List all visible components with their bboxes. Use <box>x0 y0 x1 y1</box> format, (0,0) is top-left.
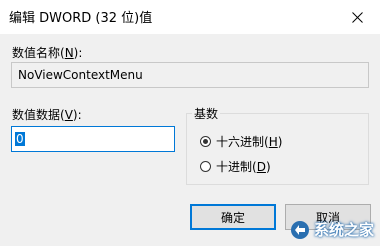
radio-hexadecimal[interactable]: 十六进制(H) <box>200 133 282 150</box>
ok-button[interactable]: 确定 <box>190 204 276 230</box>
value-name-field[interactable]: NoViewContextMenu <box>11 62 369 88</box>
value-name-label-suffix: ): <box>73 46 83 60</box>
dec-accesskey: D <box>256 160 266 174</box>
value-data-input[interactable]: 0 <box>11 126 175 152</box>
hex-accesskey: H <box>268 135 278 149</box>
value-name-label-prefix: 数值名称( <box>12 46 65 60</box>
radio-decimal[interactable]: 十进制(D) <box>200 158 271 175</box>
dec-label-prefix: 十进制( <box>216 160 257 174</box>
edit-dword-dialog: 编辑 DWORD (32 位)值 数值名称(N): NoViewContextM… <box>0 0 380 246</box>
value-name-accesskey: N <box>64 46 74 60</box>
watermark: 系统之家 <box>290 219 374 240</box>
window-title: 编辑 DWORD (32 位)值 <box>9 11 153 26</box>
radio-unchecked-icon <box>200 161 211 172</box>
watermark-logo-icon <box>290 220 309 239</box>
value-data-label-suffix: ): <box>72 108 82 122</box>
value-name-label: 数值名称(N): <box>12 44 82 61</box>
close-button[interactable] <box>334 0 380 34</box>
value-data-label: 数值数据(V): <box>12 106 82 123</box>
title-bar[interactable]: 编辑 DWORD (32 位)值 <box>0 0 380 34</box>
base-legend: 基数 <box>192 105 221 122</box>
value-data-selection: 0 <box>15 132 25 146</box>
hex-label-prefix: 十六进制( <box>216 135 269 149</box>
watermark-text: 系统之家 <box>313 221 374 239</box>
close-icon <box>351 11 363 23</box>
radio-decimal-label: 十进制(D) <box>216 158 271 175</box>
dec-label-suffix: ) <box>265 160 271 174</box>
value-name-text: NoViewContextMenu <box>18 68 143 82</box>
radio-checked-icon <box>200 136 211 147</box>
value-data-accesskey: V <box>64 108 73 122</box>
hex-label-suffix: ) <box>277 135 283 149</box>
radio-hexadecimal-label: 十六进制(H) <box>216 133 282 150</box>
value-data-text: 0 <box>15 132 25 146</box>
value-data-label-prefix: 数值数据( <box>12 108 65 122</box>
